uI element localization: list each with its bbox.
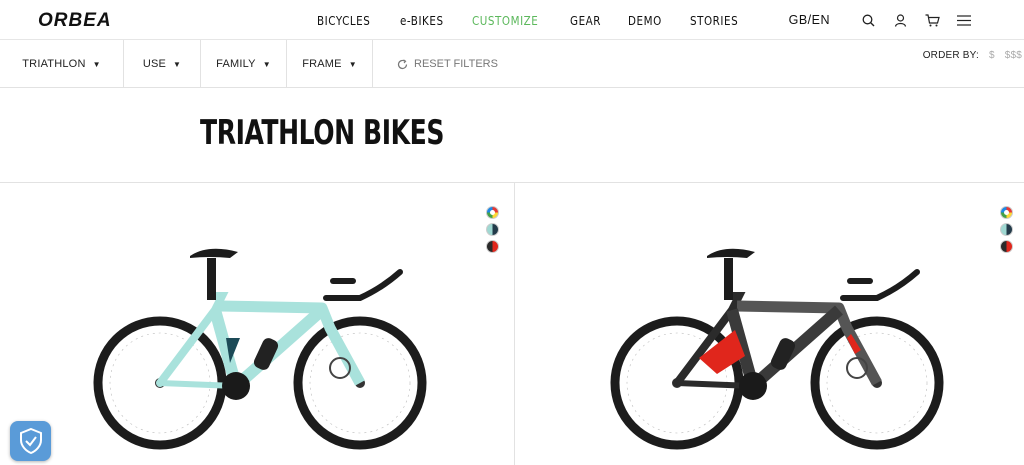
- nav-demo[interactable]: DEMO: [628, 13, 662, 28]
- nav-bicycles[interactable]: BICYCLES: [317, 13, 370, 28]
- order-price-high[interactable]: $$$: [1005, 50, 1022, 61]
- cart-icon[interactable]: [924, 12, 940, 28]
- bike-image-black-red[interactable]: [607, 238, 947, 453]
- privacy-settings-button[interactable]: [10, 421, 51, 461]
- nav-stories[interactable]: STORIES: [690, 13, 738, 28]
- filter-label: FAMILY: [216, 58, 256, 70]
- color-swatches: [486, 206, 499, 253]
- main-menu: BICYCLES e-BIKES CUSTOMIZE GEAR DEMO STO…: [317, 0, 768, 40]
- reset-filters-label: RESET FILTERS: [414, 58, 498, 70]
- nav-e-bikes[interactable]: e-BIKES: [400, 13, 444, 28]
- caret-down-icon: ▼: [348, 59, 357, 69]
- order-price-low[interactable]: $: [989, 50, 995, 61]
- product-card[interactable]: [515, 183, 1024, 465]
- caret-down-icon: ▼: [262, 59, 271, 69]
- swatch-mint-navy[interactable]: [486, 223, 499, 236]
- filter-use-dropdown[interactable]: USE ▼: [124, 40, 201, 88]
- nav-gear[interactable]: GEAR: [570, 13, 601, 28]
- caret-down-icon: ▼: [173, 59, 182, 69]
- filter-label: TRIATHLON: [22, 58, 86, 70]
- product-grid: [0, 183, 1024, 465]
- orbea-logo[interactable]: ORBEA: [38, 10, 158, 31]
- product-card[interactable]: [0, 183, 515, 465]
- nav-utilities: GB/EN: [789, 0, 972, 40]
- page-title: TRIATHLON BIKES: [200, 113, 445, 153]
- swatch-black-red[interactable]: [486, 240, 499, 253]
- shield-check-icon: [19, 428, 42, 454]
- color-swatches: [1000, 206, 1013, 253]
- swatch-black-red[interactable]: [1000, 240, 1013, 253]
- menu-icon[interactable]: [956, 12, 972, 28]
- order-by: ORDER BY: $ $$$: [923, 50, 1022, 61]
- title-section: TRIATHLON BIKES: [0, 88, 1024, 183]
- caret-down-icon: ▼: [92, 59, 101, 69]
- filter-label: USE: [142, 58, 167, 70]
- filter-label: FRAME: [302, 58, 342, 70]
- swatch-mint-navy[interactable]: [1000, 223, 1013, 236]
- language-selector[interactable]: GB/EN: [789, 13, 830, 27]
- nav-customize[interactable]: CUSTOMIZE: [472, 13, 538, 28]
- swatch-multicolor[interactable]: [486, 206, 499, 219]
- swatch-multicolor[interactable]: [1000, 206, 1013, 219]
- user-icon[interactable]: [892, 12, 908, 28]
- filter-bar: TRIATHLON ▼ USE ▼ FAMILY ▼ FRAME ▼ RESET FIL…: [0, 40, 1024, 88]
- filter-family-dropdown[interactable]: FAMILY ▼: [201, 40, 287, 88]
- svg-text:ORBEA: ORBEA: [38, 10, 112, 30]
- reset-filters-button[interactable]: RESET FILTERS: [397, 40, 498, 88]
- bike-image-mint[interactable]: [90, 238, 430, 453]
- filter-category-dropdown[interactable]: TRIATHLON ▼: [0, 40, 124, 88]
- order-by-label: ORDER BY:: [922, 50, 979, 61]
- refresh-icon: [397, 58, 408, 69]
- search-icon[interactable]: [860, 12, 876, 28]
- top-navigation: ORBEA BICYCLES e-BIKES CUSTOMIZE GEAR DE…: [0, 0, 1024, 40]
- filter-frame-dropdown[interactable]: FRAME ▼: [287, 40, 373, 88]
